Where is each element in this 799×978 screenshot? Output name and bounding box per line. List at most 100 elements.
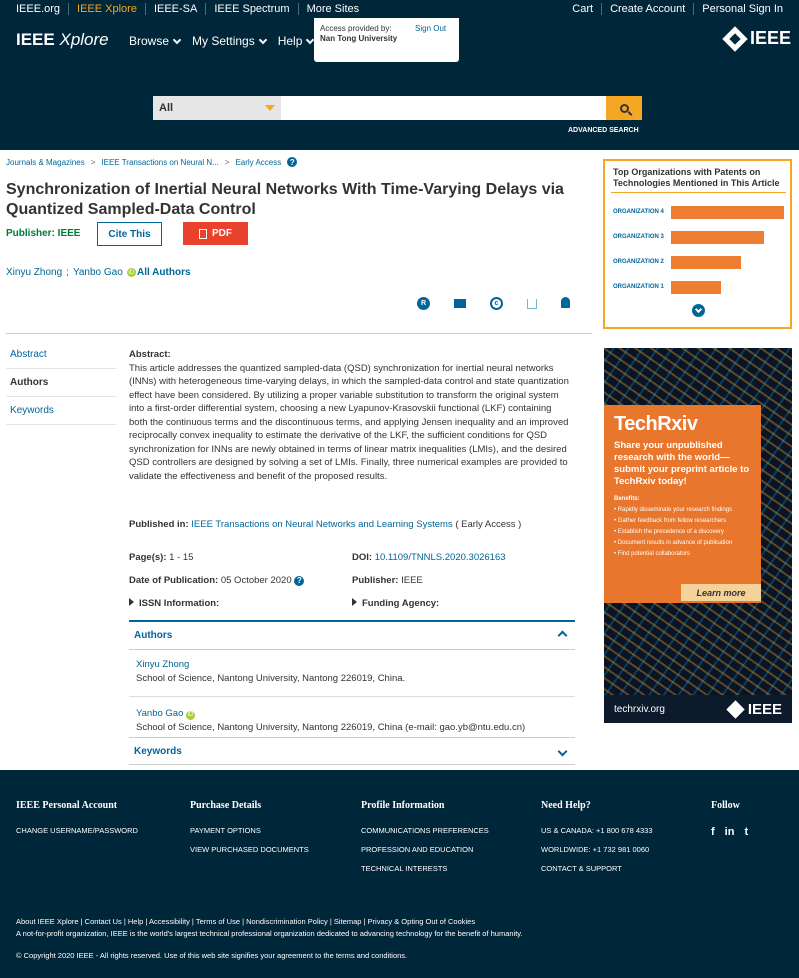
- chevron-down-icon: [258, 35, 267, 45]
- footer-link[interactable]: TECHNICAL INTERESTS: [361, 864, 489, 873]
- breadcrumb-early-access[interactable]: Early Access: [235, 158, 281, 167]
- footer-link[interactable]: CONTACT & SUPPORT: [541, 864, 653, 873]
- nav-help[interactable]: Help: [278, 34, 315, 48]
- link-personal-sign-in[interactable]: Personal Sign In: [694, 3, 791, 15]
- cite-this-button[interactable]: Cite This: [97, 222, 162, 246]
- caret-right-icon: [352, 598, 357, 606]
- techrxiv-ad[interactable]: TechRxiv Share your unpublished research…: [604, 348, 792, 723]
- site-header: IEEE Xplore Browse My Settings Help Acce…: [0, 18, 799, 150]
- keywords-panel-header[interactable]: Keywords: [129, 737, 575, 765]
- footer-link[interactable]: VIEW PURCHASED DOCUMENTS: [190, 845, 309, 854]
- list-item: Document results in advance of publicati…: [614, 538, 751, 549]
- org-label[interactable]: ORGANIZATION 2: [613, 259, 664, 265]
- copyright-icon[interactable]: c: [490, 297, 503, 310]
- search-button[interactable]: [606, 96, 642, 120]
- facebook-icon[interactable]: f: [711, 826, 715, 838]
- author-link[interactable]: Xinyu Zhong: [6, 267, 62, 278]
- tab-keywords[interactable]: Keywords: [6, 397, 116, 425]
- pdf-button[interactable]: PDF: [183, 222, 248, 245]
- ad-benefits-list: Rapidly disseminate your research findin…: [614, 505, 751, 560]
- link-more-sites[interactable]: More Sites: [299, 3, 368, 15]
- advanced-search-link[interactable]: ADVANCED SEARCH: [568, 127, 639, 134]
- nav-my-settings[interactable]: My Settings: [192, 34, 267, 48]
- alert-bell-icon[interactable]: [561, 297, 570, 308]
- ieee-logo[interactable]: IEEE: [722, 25, 791, 52]
- author-name-link[interactable]: Xinyu Zhong: [136, 659, 189, 670]
- sign-out-link[interactable]: Sign Out: [415, 24, 446, 33]
- search-bar: All: [153, 96, 642, 120]
- link-cart[interactable]: Cart: [564, 3, 603, 15]
- author-affiliation: School of Science, Nantong University, N…: [136, 722, 526, 733]
- funding-label: Funding Agency:: [362, 598, 440, 609]
- org-bar[interactable]: [671, 206, 784, 219]
- section-divider: [6, 333, 592, 334]
- published-in: Published in: IEEE Transactions on Neura…: [129, 519, 521, 530]
- org-label[interactable]: ORGANIZATION 4: [613, 209, 664, 215]
- tab-abstract[interactable]: Abstract: [6, 341, 116, 369]
- chevron-down-icon: [557, 746, 568, 756]
- expand-more-button[interactable]: [692, 304, 705, 317]
- breadcrumb-transactions[interactable]: IEEE Transactions on Neural N...: [101, 158, 218, 167]
- author-name-link[interactable]: Yanbo Gao: [136, 708, 183, 719]
- footer-col-account: IEEE Personal Account CHANGE USERNAME/PA…: [16, 800, 138, 845]
- footer-heading: Need Help?: [541, 800, 591, 811]
- doi-info: DOI: 10.1109/TNNLS.2020.3026163: [352, 552, 506, 563]
- org-label[interactable]: ORGANIZATION 1: [613, 284, 664, 290]
- doi-link[interactable]: 10.1109/TNNLS.2020.3026163: [375, 552, 506, 563]
- footer-link[interactable]: PROFESSION AND EDUCATION: [361, 845, 489, 854]
- search-input[interactable]: [281, 96, 606, 120]
- footer-link[interactable]: CHANGE USERNAME/PASSWORD: [16, 826, 138, 835]
- footer-link[interactable]: COMMUNICATIONS PREFERENCES: [361, 826, 489, 835]
- breadcrumb-journals[interactable]: Journals & Magazines: [6, 158, 85, 167]
- org-bar[interactable]: [671, 281, 721, 294]
- twitter-icon[interactable]: t: [744, 826, 748, 838]
- authors-panel-header[interactable]: Authors: [129, 622, 575, 650]
- share-icon[interactable]: [527, 299, 537, 309]
- institution-name: Nan Tong University: [320, 34, 398, 43]
- ieee-xplore-logo[interactable]: IEEE Xplore: [16, 30, 109, 50]
- funding-toggle[interactable]: Funding Agency:: [352, 598, 439, 609]
- pdf-icon: [199, 228, 207, 239]
- help-icon[interactable]: ?: [287, 157, 298, 167]
- link-create-account[interactable]: Create Account: [602, 3, 695, 15]
- document-sections-nav: Abstract Authors Keywords: [6, 341, 116, 425]
- author-entry: Xinyu Zhong School of Science, Nantong U…: [129, 650, 575, 686]
- footer-heading: Purchase Details: [190, 800, 262, 811]
- search-scope-value: All: [159, 102, 174, 114]
- link-ieee-sa[interactable]: IEEE-SA: [146, 3, 207, 15]
- nav-browse[interactable]: Browse: [129, 34, 182, 48]
- link-ieee-xplore[interactable]: IEEE Xplore: [69, 3, 146, 15]
- help-icon[interactable]: ?: [294, 575, 305, 586]
- list-item: Establish the precedence of a discovery: [614, 527, 751, 538]
- orcid-icon[interactable]: iD: [126, 268, 136, 277]
- footer-heading: IEEE Personal Account: [16, 800, 118, 811]
- link-ieee-org[interactable]: IEEE.org: [8, 3, 70, 15]
- orcid-icon[interactable]: iD: [186, 710, 196, 720]
- rights-permissions-icon[interactable]: R: [417, 297, 430, 310]
- footer-note: A not-for-profit organization, IEEE is t…: [16, 929, 523, 938]
- author-link[interactable]: Yanbo Gao: [73, 267, 123, 278]
- tab-authors[interactable]: Authors: [6, 369, 116, 397]
- footer-legal-links[interactable]: About IEEE Xplore | Contact Us | Help | …: [16, 917, 475, 926]
- link-ieee-spectrum[interactable]: IEEE Spectrum: [206, 3, 299, 15]
- pdf-label: PDF: [212, 228, 232, 239]
- learn-more-button[interactable]: Learn more: [681, 584, 761, 601]
- email-icon[interactable]: [454, 299, 466, 308]
- author-affiliation: School of Science, Nantong University, N…: [136, 673, 406, 684]
- list-item: Rapidly disseminate your research findin…: [614, 505, 751, 516]
- widget-divider: [611, 192, 786, 193]
- org-bar[interactable]: [671, 231, 764, 244]
- journal-link[interactable]: IEEE Transactions on Neural Networks and…: [191, 519, 452, 530]
- footer-col-profile: Profile Information COMMUNICATIONS PREFE…: [361, 800, 489, 883]
- access-label: Access provided by:: [320, 24, 392, 33]
- issn-toggle[interactable]: ISSN Information:: [129, 598, 219, 609]
- org-label[interactable]: ORGANIZATION 3: [613, 234, 664, 240]
- org-bar[interactable]: [671, 256, 741, 269]
- all-authors-link[interactable]: All Authors: [137, 267, 191, 278]
- doi-label: DOI:: [352, 552, 373, 563]
- meta-links-left: IEEE.org IEEE Xplore IEEE-SA IEEE Spectr…: [8, 0, 367, 18]
- footer-link[interactable]: PAYMENT OPTIONS: [190, 826, 309, 835]
- footer-text: US & CANADA: +1 800 678 4333: [541, 826, 653, 835]
- search-scope-select[interactable]: All: [153, 96, 281, 120]
- linkedin-icon[interactable]: in: [725, 826, 735, 838]
